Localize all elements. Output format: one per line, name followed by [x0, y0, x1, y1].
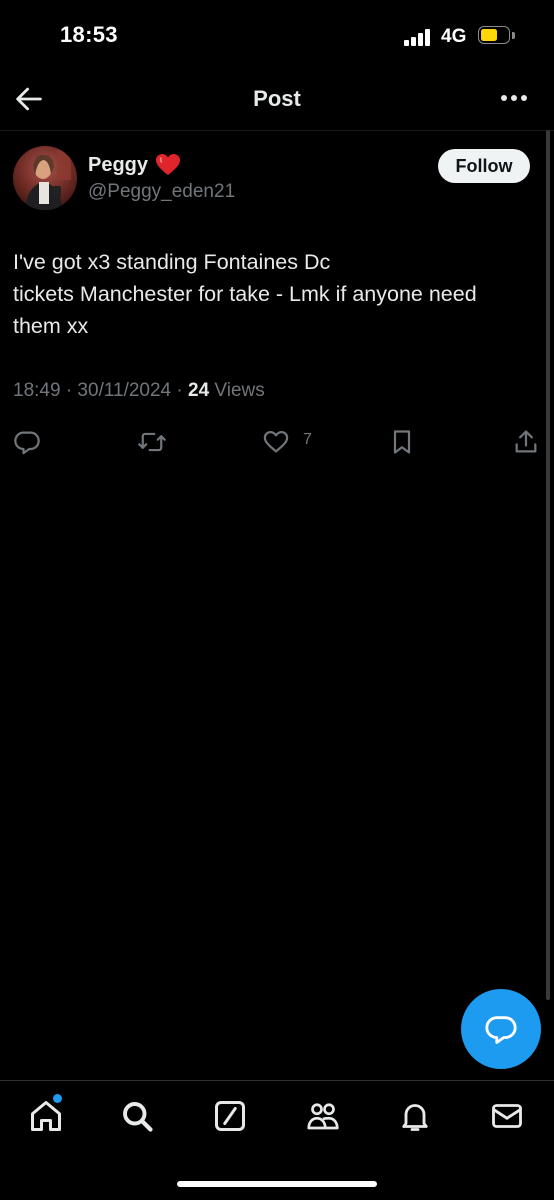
reply-button[interactable]: [13, 428, 41, 456]
envelope-icon: [492, 1104, 522, 1128]
search-icon: [123, 1102, 153, 1132]
author-handle[interactable]: @Peggy_eden21: [88, 181, 235, 203]
nav-communities[interactable]: [305, 1098, 341, 1134]
views-label: Views: [209, 380, 265, 401]
network-type: 4G: [441, 26, 467, 47]
reply-bubble-icon: [485, 1016, 517, 1044]
home-indicator[interactable]: [177, 1181, 377, 1187]
follow-button[interactable]: Follow: [438, 149, 530, 183]
share-button[interactable]: [512, 428, 540, 456]
nav-divider: [0, 1080, 554, 1081]
like-button[interactable]: [262, 428, 290, 456]
battery-icon: [478, 26, 518, 46]
profile-photo: [13, 146, 77, 210]
nav-messages[interactable]: [489, 1098, 525, 1134]
bell-icon: [402, 1104, 428, 1131]
post-text: I've got x3 standing Fontaines Dc ticket…: [13, 250, 477, 338]
post-timestamp[interactable]: 18:49 · 30/11/2024 ·: [13, 380, 188, 401]
header-divider: [0, 130, 554, 131]
more-horizontal-icon: [501, 95, 527, 101]
cellular-signal-icon: [404, 28, 432, 46]
page-title: Post: [253, 86, 301, 111]
share-icon: [515, 430, 537, 453]
repost-icon: [138, 432, 166, 452]
grok-icon: [215, 1101, 245, 1131]
home-icon: [31, 1101, 61, 1131]
reply-icon: [14, 431, 40, 455]
avatar[interactable]: [13, 146, 77, 210]
nav-notifications[interactable]: [397, 1098, 433, 1134]
like-count: 7: [303, 431, 312, 448]
repost-button[interactable]: [137, 428, 166, 456]
nav-grok[interactable]: [212, 1098, 248, 1134]
post-meta: 18:49 · 30/11/2024 · 24 Views: [13, 380, 265, 402]
nav-search[interactable]: [119, 1098, 155, 1134]
notification-dot: [53, 1094, 62, 1103]
author-display-name[interactable]: Peggy: [88, 154, 148, 177]
heart-icon: [263, 430, 289, 453]
scrollbar[interactable]: [546, 130, 550, 1000]
more-options-button[interactable]: [498, 86, 530, 110]
views-count: 24: [188, 380, 210, 401]
bookmark-icon: [393, 430, 411, 454]
red-heart-icon: [155, 153, 181, 177]
reply-compose-button[interactable]: [461, 989, 541, 1069]
status-time: 18:53: [60, 22, 118, 47]
nav-home[interactable]: [28, 1098, 64, 1134]
people-icon: [307, 1103, 339, 1130]
bookmark-button[interactable]: [388, 428, 416, 456]
